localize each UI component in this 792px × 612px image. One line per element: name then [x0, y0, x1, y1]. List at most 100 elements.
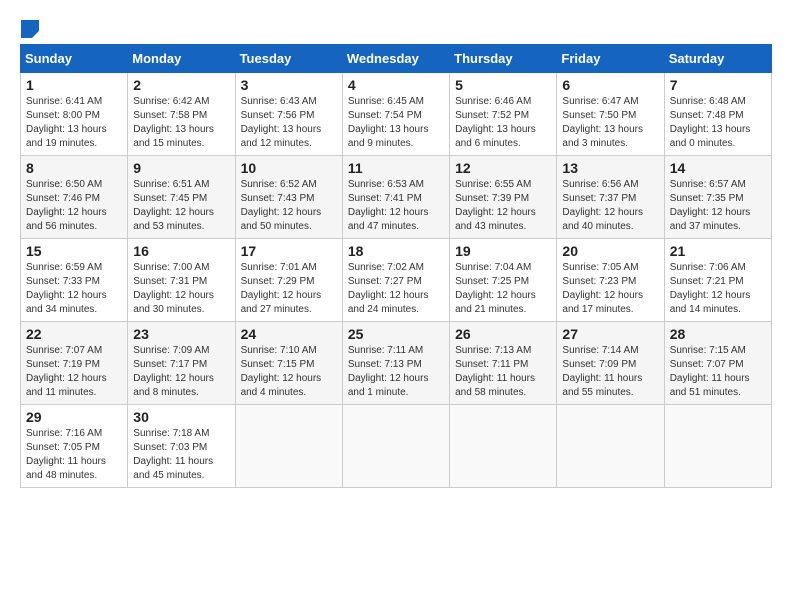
day-info: Sunrise: 6:57 AMSunset: 7:35 PMDaylight:…	[670, 179, 751, 232]
calendar-cell: 24 Sunrise: 7:10 AMSunset: 7:15 PMDayligh…	[235, 322, 342, 405]
calendar-cell: 7 Sunrise: 6:48 AMSunset: 7:48 PMDaylight…	[664, 73, 771, 156]
day-number: 23	[133, 326, 229, 342]
calendar-cell: 18 Sunrise: 7:02 AMSunset: 7:27 PMDayligh…	[342, 239, 449, 322]
calendar-cell: 17 Sunrise: 7:01 AMSunset: 7:29 PMDayligh…	[235, 239, 342, 322]
calendar-cell: 13 Sunrise: 6:56 AMSunset: 7:37 PMDayligh…	[557, 156, 664, 239]
day-number: 17	[241, 243, 337, 259]
day-info: Sunrise: 7:00 AMSunset: 7:31 PMDaylight:…	[133, 262, 214, 315]
calendar-cell: 23 Sunrise: 7:09 AMSunset: 7:17 PMDayligh…	[128, 322, 235, 405]
calendar-day-header: Friday	[557, 45, 664, 73]
day-number: 30	[133, 409, 229, 425]
day-number: 11	[348, 160, 444, 176]
day-info: Sunrise: 6:43 AMSunset: 7:56 PMDaylight:…	[241, 96, 322, 149]
day-info: Sunrise: 7:15 AMSunset: 7:07 PMDaylight:…	[670, 345, 750, 398]
calendar-week-row: 1Sunrise: 6:41 AMSunset: 8:00 PMDaylight…	[21, 73, 772, 156]
calendar-cell: 4 Sunrise: 6:45 AMSunset: 7:54 PMDaylight…	[342, 73, 449, 156]
day-number: 13	[562, 160, 658, 176]
calendar-cell-empty	[557, 405, 664, 488]
day-info: Sunrise: 6:59 AMSunset: 7:33 PMDaylight:…	[26, 262, 107, 315]
day-number: 24	[241, 326, 337, 342]
calendar-cell: 27 Sunrise: 7:14 AMSunset: 7:09 PMDayligh…	[557, 322, 664, 405]
day-number: 15	[26, 243, 122, 259]
calendar-cell-empty	[664, 405, 771, 488]
calendar-day-header: Tuesday	[235, 45, 342, 73]
calendar-cell: 6Sunrise: 6:47 AMSunset: 7:50 PMDaylight…	[557, 73, 664, 156]
calendar-cell: 22Sunrise: 7:07 AMSunset: 7:19 PMDayligh…	[21, 322, 128, 405]
day-info: Sunrise: 6:51 AMSunset: 7:45 PMDaylight:…	[133, 179, 214, 232]
page-header	[20, 20, 772, 34]
day-info: Sunrise: 7:01 AMSunset: 7:29 PMDaylight:…	[241, 262, 322, 315]
calendar-week-row: 22Sunrise: 7:07 AMSunset: 7:19 PMDayligh…	[21, 322, 772, 405]
calendar-cell: 12 Sunrise: 6:55 AMSunset: 7:39 PMDayligh…	[450, 156, 557, 239]
day-number: 8	[26, 160, 122, 176]
day-number: 25	[348, 326, 444, 342]
day-number: 6	[562, 77, 658, 93]
calendar-week-row: 15 Sunrise: 6:59 AMSunset: 7:33 PMDayligh…	[21, 239, 772, 322]
day-number: 10	[241, 160, 337, 176]
calendar-cell: 10 Sunrise: 6:52 AMSunset: 7:43 PMDayligh…	[235, 156, 342, 239]
calendar-cell: 20 Sunrise: 7:05 AMSunset: 7:23 PMDayligh…	[557, 239, 664, 322]
day-number: 5	[455, 77, 551, 93]
day-number: 26	[455, 326, 551, 342]
calendar-cell: 16 Sunrise: 7:00 AMSunset: 7:31 PMDayligh…	[128, 239, 235, 322]
calendar-header-row: SundayMondayTuesdayWednesdayThursdayFrid…	[21, 45, 772, 73]
day-number: 16	[133, 243, 229, 259]
day-number: 14	[670, 160, 766, 176]
calendar-cell: 1Sunrise: 6:41 AMSunset: 8:00 PMDaylight…	[21, 73, 128, 156]
calendar-cell: 15 Sunrise: 6:59 AMSunset: 7:33 PMDayligh…	[21, 239, 128, 322]
day-number: 12	[455, 160, 551, 176]
day-number: 1	[26, 77, 122, 93]
day-info: Sunrise: 6:46 AMSunset: 7:52 PMDaylight:…	[455, 96, 536, 149]
day-number: 18	[348, 243, 444, 259]
logo-icon	[21, 20, 39, 38]
day-number: 4	[348, 77, 444, 93]
day-info: Sunrise: 7:09 AMSunset: 7:17 PMDaylight:…	[133, 345, 214, 398]
day-info: Sunrise: 6:50 AMSunset: 7:46 PMDaylight:…	[26, 179, 107, 232]
calendar-cell: 14 Sunrise: 6:57 AMSunset: 7:35 PMDayligh…	[664, 156, 771, 239]
calendar-cell: 21Sunrise: 7:06 AMSunset: 7:21 PMDayligh…	[664, 239, 771, 322]
calendar-cell: 11 Sunrise: 6:53 AMSunset: 7:41 PMDayligh…	[342, 156, 449, 239]
day-number: 21	[670, 243, 766, 259]
calendar-cell: 28 Sunrise: 7:15 AMSunset: 7:07 PMDayligh…	[664, 322, 771, 405]
day-number: 22	[26, 326, 122, 342]
calendar-week-row: 29 Sunrise: 7:16 AMSunset: 7:05 PMDayligh…	[21, 405, 772, 488]
day-info: Sunrise: 6:55 AMSunset: 7:39 PMDaylight:…	[455, 179, 536, 232]
calendar-cell: 19 Sunrise: 7:04 AMSunset: 7:25 PMDayligh…	[450, 239, 557, 322]
calendar-cell-empty	[450, 405, 557, 488]
calendar-cell: 2Sunrise: 6:42 AMSunset: 7:58 PMDaylight…	[128, 73, 235, 156]
calendar-day-header: Sunday	[21, 45, 128, 73]
day-number: 7	[670, 77, 766, 93]
day-info: Sunrise: 6:56 AMSunset: 7:37 PMDaylight:…	[562, 179, 643, 232]
day-info: Sunrise: 6:45 AMSunset: 7:54 PMDaylight:…	[348, 96, 429, 149]
calendar-day-header: Saturday	[664, 45, 771, 73]
calendar-cell-empty	[342, 405, 449, 488]
day-info: Sunrise: 7:13 AMSunset: 7:11 PMDaylight:…	[455, 345, 535, 398]
calendar-cell: 29 Sunrise: 7:16 AMSunset: 7:05 PMDayligh…	[21, 405, 128, 488]
day-info: Sunrise: 7:04 AMSunset: 7:25 PMDaylight:…	[455, 262, 536, 315]
calendar-day-header: Wednesday	[342, 45, 449, 73]
day-number: 2	[133, 77, 229, 93]
day-info: Sunrise: 7:14 AMSunset: 7:09 PMDaylight:…	[562, 345, 642, 398]
calendar-cell: 26 Sunrise: 7:13 AMSunset: 7:11 PMDayligh…	[450, 322, 557, 405]
day-info: Sunrise: 6:53 AMSunset: 7:41 PMDaylight:…	[348, 179, 429, 232]
day-number: 29	[26, 409, 122, 425]
day-number: 28	[670, 326, 766, 342]
calendar-cell: 25Sunrise: 7:11 AMSunset: 7:13 PMDayligh…	[342, 322, 449, 405]
calendar-cell: 8 Sunrise: 6:50 AMSunset: 7:46 PMDaylight…	[21, 156, 128, 239]
day-info: Sunrise: 6:48 AMSunset: 7:48 PMDaylight:…	[670, 96, 751, 149]
day-number: 27	[562, 326, 658, 342]
day-info: Sunrise: 7:05 AMSunset: 7:23 PMDaylight:…	[562, 262, 643, 315]
day-info: Sunrise: 7:10 AMSunset: 7:15 PMDaylight:…	[241, 345, 322, 398]
day-info: Sunrise: 7:02 AMSunset: 7:27 PMDaylight:…	[348, 262, 429, 315]
day-number: 20	[562, 243, 658, 259]
calendar-week-row: 8 Sunrise: 6:50 AMSunset: 7:46 PMDaylight…	[21, 156, 772, 239]
calendar-cell: 9Sunrise: 6:51 AMSunset: 7:45 PMDaylight…	[128, 156, 235, 239]
logo	[20, 20, 40, 34]
day-info: Sunrise: 6:52 AMSunset: 7:43 PMDaylight:…	[241, 179, 322, 232]
day-info: Sunrise: 7:16 AMSunset: 7:05 PMDaylight:…	[26, 428, 106, 481]
calendar-cell-empty	[235, 405, 342, 488]
day-info: Sunrise: 7:18 AMSunset: 7:03 PMDaylight:…	[133, 428, 213, 481]
day-number: 19	[455, 243, 551, 259]
calendar-day-header: Thursday	[450, 45, 557, 73]
calendar-cell: 3Sunrise: 6:43 AMSunset: 7:56 PMDaylight…	[235, 73, 342, 156]
